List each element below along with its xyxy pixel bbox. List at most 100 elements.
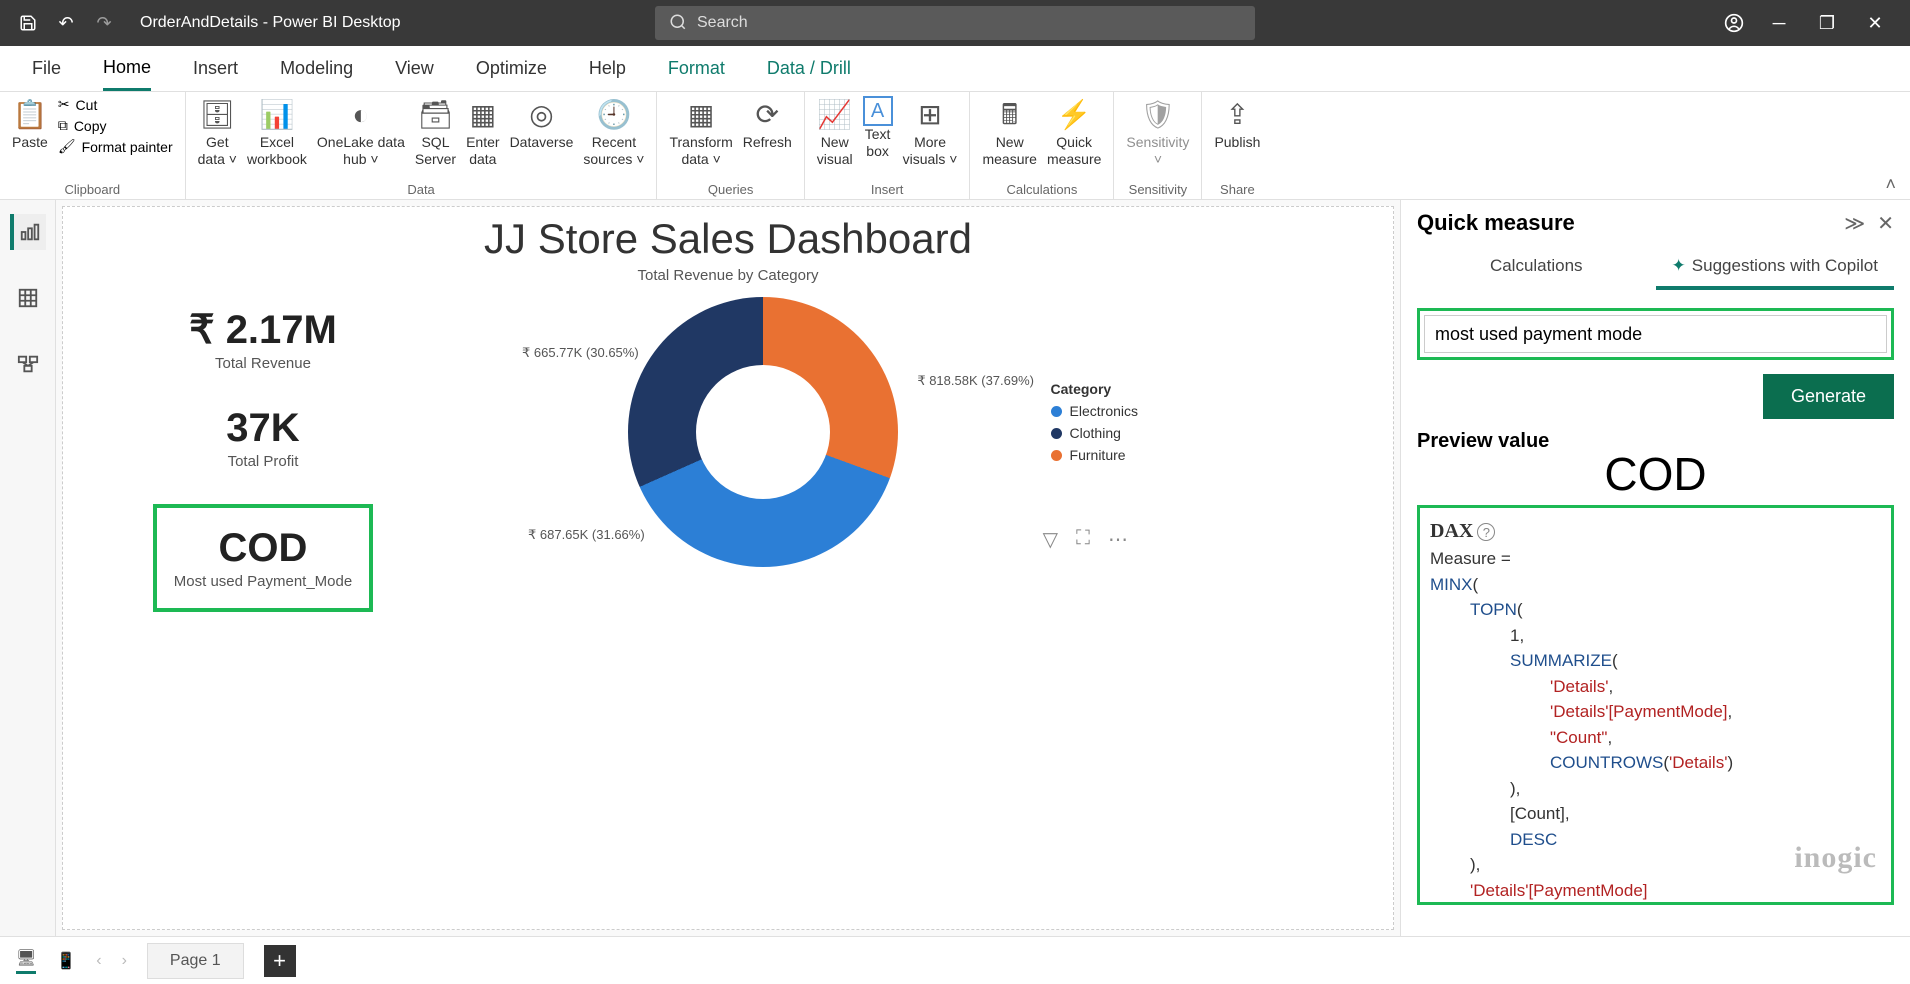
search-input[interactable] bbox=[655, 6, 1255, 40]
report-canvas[interactable]: JJ Store Sales Dashboard Total Revenue b… bbox=[56, 200, 1400, 936]
legend: Category Electronics Clothing Furniture bbox=[1051, 381, 1138, 469]
chart-icon: 📈 bbox=[817, 96, 852, 134]
kpi-profit[interactable]: 37K Total Profit bbox=[153, 406, 373, 470]
page-tab-1[interactable]: Page 1 bbox=[147, 943, 244, 979]
dax-line: 'Details', bbox=[1430, 674, 1881, 700]
get-data-button[interactable]: 🗄Getdata ˅ bbox=[198, 96, 237, 168]
focus-mode-icon[interactable]: ⛶ bbox=[1076, 527, 1090, 552]
close-icon[interactable]: ✕ bbox=[1862, 13, 1888, 34]
new-visual-button[interactable]: 📈Newvisual bbox=[817, 96, 853, 168]
cut-button[interactable]: ✂Cut bbox=[58, 96, 173, 113]
new-measure-button[interactable]: 🖩Newmeasure bbox=[982, 96, 1036, 168]
kpi-revenue-value: ₹ 2.17M bbox=[153, 307, 373, 353]
prev-page-icon[interactable]: ‹ bbox=[96, 952, 101, 970]
donut-label-electronics: ₹ 818.58K (37.69%) bbox=[917, 373, 1034, 389]
redo-icon[interactable]: ↷ bbox=[94, 13, 114, 33]
dax-line: SUMMARIZE( bbox=[1430, 648, 1881, 674]
kpi-revenue[interactable]: ₹ 2.17M Total Revenue bbox=[153, 307, 373, 372]
add-page-button[interactable]: + bbox=[264, 945, 296, 977]
minimize-icon[interactable]: ─ bbox=[1766, 13, 1792, 34]
copilot-prompt-input[interactable] bbox=[1424, 315, 1887, 353]
legend-title: Category bbox=[1051, 381, 1138, 397]
data-view-icon[interactable] bbox=[10, 280, 46, 316]
dax-line: 'Details'[PaymentMode] bbox=[1430, 878, 1881, 904]
dataverse-button[interactable]: ◎Dataverse bbox=[510, 96, 574, 151]
kpi-profit-label: Total Profit bbox=[153, 453, 373, 470]
mobile-layout-icon[interactable]: 📱 bbox=[56, 951, 76, 971]
kpi-payment-value: COD bbox=[167, 526, 359, 571]
tab-modeling[interactable]: Modeling bbox=[280, 46, 353, 91]
publish-icon: ⇪ bbox=[1226, 96, 1249, 134]
model-view-icon[interactable] bbox=[10, 346, 46, 382]
dax-line: COUNTROWS('Details') bbox=[1430, 750, 1881, 776]
recent-sources-button[interactable]: 🕘Recentsources ˅ bbox=[583, 96, 644, 168]
watermark: inogic bbox=[1794, 835, 1877, 880]
dax-line: TOPN( bbox=[1430, 597, 1881, 623]
tab-help[interactable]: Help bbox=[589, 46, 626, 91]
search-icon bbox=[669, 13, 687, 36]
collapse-ribbon-icon[interactable]: ˄ bbox=[1885, 174, 1896, 195]
expand-panel-icon[interactable]: ≫ bbox=[1844, 211, 1865, 236]
more-visuals-icon: ⊞ bbox=[918, 96, 941, 134]
more-visuals-button[interactable]: ⊞Morevisuals ˅ bbox=[903, 96, 958, 168]
share-group-label: Share bbox=[1220, 182, 1255, 197]
sql-server-button[interactable]: 🗃SQLServer bbox=[415, 96, 456, 168]
close-panel-icon[interactable]: ✕ bbox=[1877, 211, 1894, 236]
text-box-button[interactable]: ATextbox bbox=[863, 96, 893, 160]
onelake-button[interactable]: ◐OneLake datahub ˅ bbox=[317, 96, 405, 168]
left-rail bbox=[0, 200, 56, 936]
clipboard-group-label: Clipboard bbox=[64, 182, 120, 197]
status-bar: 🖥 📱 ‹ › Page 1 + bbox=[0, 936, 1910, 984]
publish-button[interactable]: ⇪Publish bbox=[1214, 96, 1260, 151]
legend-item-electronics[interactable]: Electronics bbox=[1051, 403, 1138, 419]
kpi-profit-value: 37K bbox=[153, 406, 373, 451]
desktop-layout-icon[interactable]: 🖥 bbox=[16, 948, 36, 974]
paste-button[interactable]: 📋 Paste bbox=[12, 96, 48, 151]
filter-icon[interactable]: ▽ bbox=[1043, 527, 1058, 552]
transform-data-button[interactable]: ▦Transformdata ˅ bbox=[669, 96, 732, 168]
calculator-icon: 🖩 bbox=[1001, 96, 1018, 134]
next-page-icon[interactable]: › bbox=[122, 952, 127, 970]
format-painter-button[interactable]: 🖌Format painter bbox=[58, 138, 173, 155]
tab-suggestions-copilot[interactable]: ✦Suggestions with Copilot bbox=[1656, 246, 1895, 290]
tab-file[interactable]: File bbox=[32, 46, 61, 91]
more-options-icon[interactable]: ⋯ bbox=[1108, 527, 1128, 552]
dataverse-icon: ◎ bbox=[529, 96, 553, 134]
dax-line: [Count], bbox=[1430, 801, 1881, 827]
quick-measure-button[interactable]: ⚡Quickmeasure bbox=[1047, 96, 1101, 168]
dax-line: MINX( bbox=[1430, 572, 1881, 598]
donut-chart[interactable]: ₹ 665.77K (30.65%) ₹ 818.58K (37.69%) ₹ … bbox=[473, 297, 1053, 567]
tab-insert[interactable]: Insert bbox=[193, 46, 238, 91]
legend-item-furniture[interactable]: Furniture bbox=[1051, 447, 1138, 463]
dax-line: Measure = bbox=[1430, 546, 1881, 572]
tab-view[interactable]: View bbox=[395, 46, 434, 91]
panel-title: Quick measure bbox=[1417, 210, 1575, 236]
sql-icon: 🗃 bbox=[418, 96, 454, 134]
generate-button[interactable]: Generate bbox=[1763, 374, 1894, 419]
cut-icon: ✂ bbox=[58, 96, 70, 113]
enter-data-button[interactable]: ▦Enterdata bbox=[466, 96, 499, 168]
save-icon[interactable] bbox=[18, 13, 38, 33]
paste-icon: 📋 bbox=[12, 96, 47, 134]
tab-data-drill[interactable]: Data / Drill bbox=[767, 46, 851, 91]
account-icon[interactable] bbox=[1724, 13, 1744, 33]
help-icon[interactable]: ? bbox=[1477, 523, 1495, 541]
maximize-icon[interactable]: ❐ bbox=[1814, 13, 1840, 34]
tab-optimize[interactable]: Optimize bbox=[476, 46, 547, 91]
undo-icon[interactable]: ↶ bbox=[56, 13, 76, 33]
tab-calculations[interactable]: Calculations bbox=[1417, 246, 1656, 290]
refresh-button[interactable]: ⟳Refresh bbox=[743, 96, 792, 151]
copy-button[interactable]: ⧉Copy bbox=[58, 117, 173, 134]
tab-format[interactable]: Format bbox=[668, 46, 725, 91]
sensitivity-button[interactable]: 🛡Sensitivity˅ bbox=[1126, 96, 1189, 168]
tab-home[interactable]: Home bbox=[103, 46, 151, 91]
quick-measure-panel: Quick measure ≫ ✕ Calculations ✦Suggesti… bbox=[1400, 200, 1910, 936]
legend-item-clothing[interactable]: Clothing bbox=[1051, 425, 1138, 441]
dax-heading: DAX bbox=[1430, 520, 1473, 542]
report-view-icon[interactable] bbox=[10, 214, 46, 250]
insert-group-label: Insert bbox=[871, 182, 904, 197]
excel-button[interactable]: 📊Excelworkbook bbox=[247, 96, 307, 168]
kpi-payment-mode[interactable]: COD Most used Payment_Mode bbox=[153, 504, 373, 612]
quick-measure-icon: ⚡ bbox=[1057, 96, 1092, 134]
queries-group-label: Queries bbox=[708, 182, 754, 197]
